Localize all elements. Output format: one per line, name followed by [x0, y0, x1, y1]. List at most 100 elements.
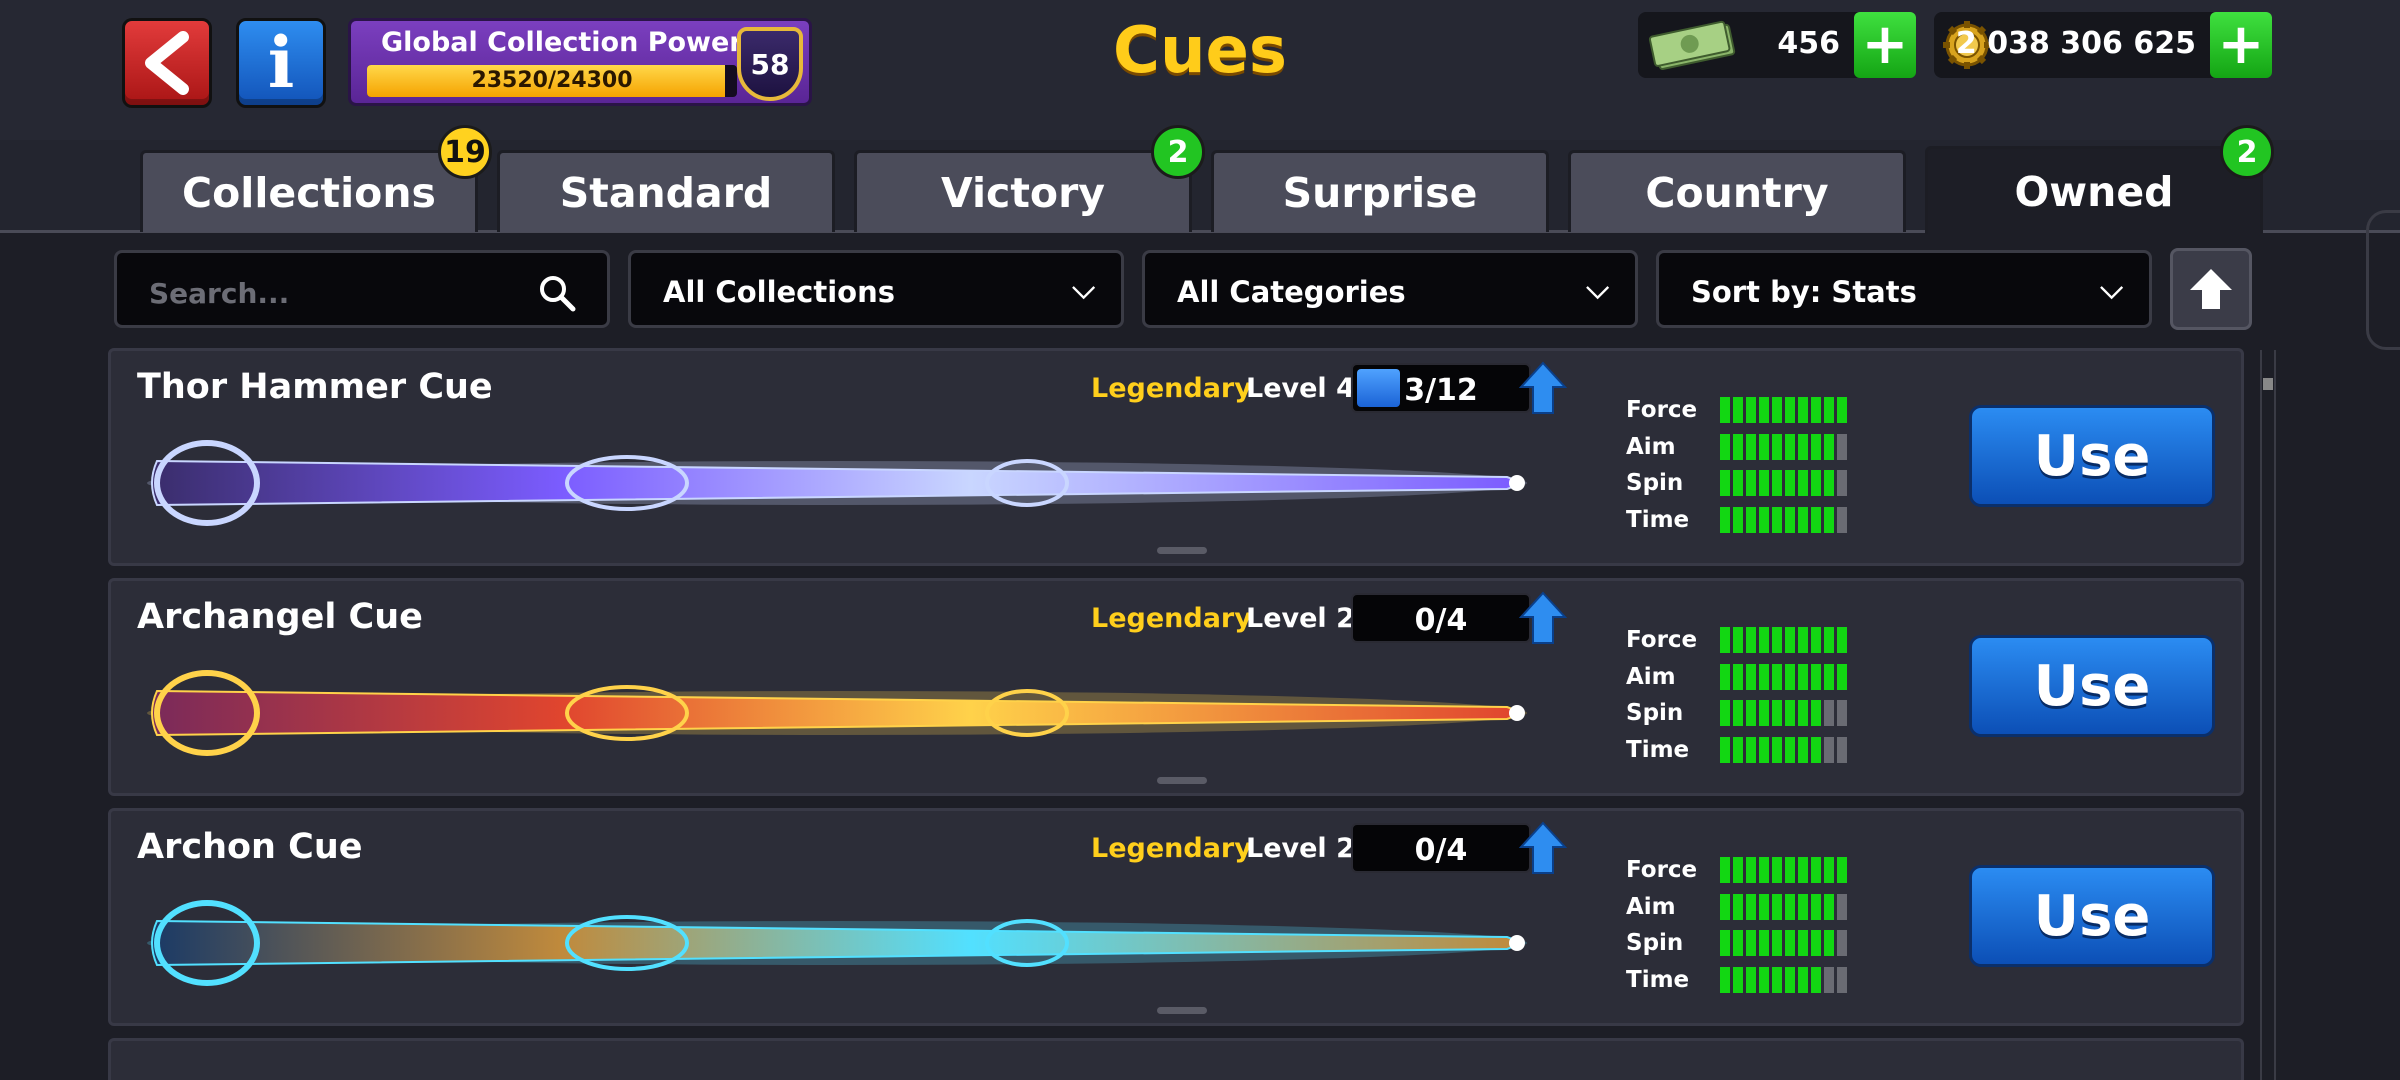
cue-image	[147, 900, 1527, 986]
stat-segment	[1772, 966, 1782, 993]
stat-segment	[1811, 930, 1821, 956]
stat-bar-time	[1720, 736, 1847, 763]
stat-segment	[1720, 736, 1730, 763]
stat-segment	[1824, 893, 1834, 920]
stat-segment	[1785, 627, 1795, 653]
stat-segment	[1824, 857, 1834, 883]
tab-owned[interactable]: Owned	[1925, 146, 2263, 234]
side-panel-handle[interactable]	[2366, 210, 2400, 350]
tab-country[interactable]: Country	[1568, 150, 1906, 232]
stat-segment	[1837, 397, 1847, 423]
arrow-up-icon	[2190, 269, 2232, 309]
stat-segment	[1720, 857, 1730, 883]
stat-segment	[1759, 433, 1769, 460]
scrollbar[interactable]	[2260, 350, 2276, 1080]
stat-segment	[1772, 930, 1782, 956]
category-dropdown-value: All Categories	[1177, 275, 1406, 309]
victory-count-badge: 2	[1151, 125, 1205, 179]
stat-bar-spin	[1720, 700, 1847, 726]
scroll-thumb[interactable]	[2263, 378, 2273, 390]
stat-bar-aim	[1720, 893, 1847, 920]
stat-segment	[1837, 700, 1847, 726]
upgrade-progress: 0/4	[1351, 593, 1531, 643]
stat-segment	[1798, 857, 1808, 883]
collections-count-badge: 19	[438, 125, 492, 179]
stat-label: Force	[1626, 627, 1698, 653]
stat-segment	[1811, 627, 1821, 653]
add-cash-button[interactable]: +	[1854, 12, 1916, 78]
stat-segment	[1720, 663, 1730, 690]
stat-segment	[1798, 700, 1808, 726]
stat-label: Spin	[1626, 470, 1684, 496]
use-button[interactable]: Use	[1969, 635, 2215, 737]
tab-collections[interactable]: Collections	[140, 150, 478, 232]
stat-segment	[1720, 627, 1730, 653]
upgrade-arrow-icon[interactable]	[1519, 361, 1567, 415]
stat-label: Force	[1626, 397, 1698, 423]
tab-label: Victory	[940, 168, 1106, 217]
tab-label: Owned	[2014, 167, 2174, 216]
sort-direction-button[interactable]	[2170, 248, 2252, 330]
collection-dropdown-value: All Collections	[663, 275, 895, 309]
collection-dropdown[interactable]: All Collections ⌵	[628, 250, 1124, 328]
sort-dropdown[interactable]: Sort by: Stats ⌵	[1656, 250, 2152, 328]
stat-segment	[1785, 663, 1795, 690]
upgrade-arrow-icon[interactable]	[1519, 821, 1567, 875]
stat-segment	[1733, 930, 1743, 956]
stat-segment	[1837, 930, 1847, 956]
stat-segment	[1759, 663, 1769, 690]
stat-segment	[1798, 893, 1808, 920]
coins-counter: 2 038 306 625 +	[1934, 12, 2272, 78]
tab-standard[interactable]: Standard	[497, 150, 835, 232]
tab-surprise[interactable]: Surprise	[1211, 150, 1549, 232]
stat-segment	[1798, 966, 1808, 993]
stat-segment	[1824, 966, 1834, 993]
cue-card-partial	[108, 1038, 2244, 1080]
stat-segment	[1772, 506, 1782, 533]
add-coins-button[interactable]: +	[2210, 12, 2272, 78]
stat-segment	[1733, 433, 1743, 460]
coins-value: 2 038 306 625	[1955, 26, 2196, 61]
stat-segment	[1733, 470, 1743, 496]
rarity-label: Legendary	[1091, 833, 1252, 864]
stat-bar-force	[1720, 857, 1847, 883]
stat-segment	[1785, 700, 1795, 726]
stat-segment	[1837, 470, 1847, 496]
stat-segment	[1746, 627, 1756, 653]
cash-counter: 456 +	[1638, 12, 1916, 78]
rarity-label: Legendary	[1091, 603, 1252, 634]
stat-segment	[1746, 397, 1756, 423]
stat-segment	[1733, 397, 1743, 423]
rarity-label: Legendary	[1091, 373, 1252, 404]
category-dropdown[interactable]: All Categories ⌵	[1142, 250, 1638, 328]
stat-label: Time	[1626, 736, 1690, 763]
stat-segment	[1772, 627, 1782, 653]
stat-segment	[1785, 433, 1795, 460]
cue-card: Thor Hammer Cue Legendary Level 4 3/12 F…	[108, 348, 2244, 566]
chevron-down-icon: ⌵	[2100, 271, 2123, 306]
search-icon	[540, 276, 576, 312]
tab-victory[interactable]: Victory	[854, 150, 1192, 232]
stat-segment	[1746, 700, 1756, 726]
stat-segment	[1798, 736, 1808, 763]
use-button[interactable]: Use	[1969, 405, 2215, 507]
stat-segment	[1746, 663, 1756, 690]
sort-dropdown-value: Sort by: Stats	[1691, 275, 1917, 309]
tab-label: Country	[1645, 168, 1829, 217]
card-handle	[1157, 1007, 1207, 1014]
use-button[interactable]: Use	[1969, 865, 2215, 967]
level-label: Level 4	[1246, 373, 1355, 404]
stat-segment	[1811, 397, 1821, 423]
stat-segment	[1798, 433, 1808, 460]
stat-segment	[1811, 506, 1821, 533]
stat-segment	[1785, 893, 1795, 920]
stat-label: Time	[1626, 506, 1690, 533]
tab-label: Collections	[182, 168, 436, 217]
stat-segment	[1733, 663, 1743, 690]
stat-segment	[1811, 700, 1821, 726]
search-field[interactable]: Search...	[114, 250, 610, 328]
stat-segment	[1759, 506, 1769, 533]
upgrade-arrow-icon[interactable]	[1519, 591, 1567, 645]
search-input[interactable]: Search...	[149, 277, 289, 310]
stat-segment	[1759, 627, 1769, 653]
